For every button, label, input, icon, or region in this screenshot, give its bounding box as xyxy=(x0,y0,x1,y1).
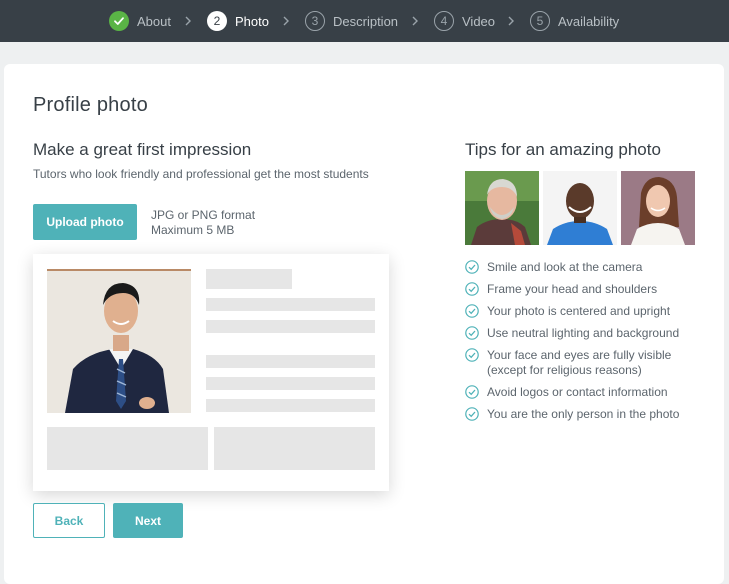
tip-item: Your face and eyes are fully visible (ex… xyxy=(465,348,715,378)
check-circle-icon xyxy=(465,304,479,318)
tip-text: Smile and look at the camera xyxy=(487,260,643,274)
step-number: 4 xyxy=(434,11,454,31)
check-circle-icon xyxy=(465,326,479,340)
tip-text: Your photo is centered and upright xyxy=(487,304,671,318)
check-circle-icon xyxy=(465,407,479,421)
step-number: 5 xyxy=(530,11,550,31)
profile-photo-card: Profile photo Make a great first impress… xyxy=(4,64,724,584)
chevron-right-icon xyxy=(185,16,191,26)
upload-photo-button[interactable]: Upload photo xyxy=(33,204,137,240)
placeholder-bar xyxy=(206,399,375,412)
step-label: Availability xyxy=(558,13,620,29)
example-photo xyxy=(465,171,539,245)
step-photo[interactable]: 2 Photo xyxy=(207,0,269,42)
placeholder-bar xyxy=(206,269,292,289)
tip-item: Smile and look at the camera xyxy=(465,260,715,275)
chevron-right-icon xyxy=(283,16,289,26)
tip-item: Frame your head and shoulders xyxy=(465,282,715,297)
section-heading: Make a great first impression xyxy=(33,140,252,159)
checkmark-icon xyxy=(109,11,129,31)
placeholder-button xyxy=(47,427,208,470)
step-label: Description xyxy=(333,13,399,29)
tip-item: Your photo is centered and upright xyxy=(465,304,715,319)
page-title: Profile photo xyxy=(33,94,148,116)
tip-item: Use neutral lighting and background xyxy=(465,326,715,341)
check-circle-icon xyxy=(465,260,479,274)
step-number: 3 xyxy=(305,11,325,31)
placeholder-bar xyxy=(206,355,375,368)
check-circle-icon xyxy=(465,282,479,296)
step-label: Video xyxy=(462,13,496,29)
format-text: JPG or PNG format xyxy=(151,208,256,222)
size-limit-text: Maximum 5 MB xyxy=(151,223,235,237)
step-video[interactable]: 4 Video xyxy=(434,0,495,42)
step-number: 2 xyxy=(207,11,227,31)
next-button[interactable]: Next xyxy=(113,503,183,538)
step-description[interactable]: 3 Description xyxy=(305,0,398,42)
step-about[interactable]: About xyxy=(109,0,171,42)
placeholder-bar xyxy=(206,298,375,311)
back-button[interactable]: Back xyxy=(33,503,105,538)
step-availability[interactable]: 5 Availability xyxy=(530,0,619,42)
tips-list: Smile and look at the camera Frame your … xyxy=(465,260,715,422)
tip-text: You are the only person in the photo xyxy=(487,407,680,421)
tip-text: Use neutral lighting and background xyxy=(487,326,680,340)
tips-heading: Tips for an amazing photo xyxy=(465,140,661,159)
tip-text: Your face and eyes are fully visible xyxy=(487,348,672,362)
tip-item: You are the only person in the photo xyxy=(465,407,715,422)
check-circle-icon xyxy=(465,348,479,362)
onboarding-stepper: About 2 Photo 3 Description 4 Video 5 Av… xyxy=(0,0,729,42)
profile-preview-card xyxy=(33,254,389,491)
section-subtitle: Tutors who look friendly and professiona… xyxy=(33,167,369,181)
step-label: Photo xyxy=(235,13,269,29)
placeholder-bar xyxy=(206,320,375,333)
tip-item: Avoid logos or contact information xyxy=(465,385,715,400)
placeholder-bar xyxy=(206,377,375,390)
upload-requirements: JPG or PNG format Maximum 5 MB xyxy=(151,208,255,238)
profile-photo-preview xyxy=(47,269,191,413)
example-photo xyxy=(543,171,617,245)
tip-text: Avoid logos or contact information xyxy=(487,385,668,399)
chevron-right-icon xyxy=(412,16,418,26)
step-label: About xyxy=(137,13,171,29)
check-circle-icon xyxy=(465,385,479,399)
tip-text: Frame your head and shoulders xyxy=(487,282,658,296)
example-photo xyxy=(621,171,695,245)
chevron-right-icon xyxy=(508,16,514,26)
tip-text-note: (except for religious reasons) xyxy=(487,363,642,377)
placeholder-button xyxy=(214,427,375,470)
